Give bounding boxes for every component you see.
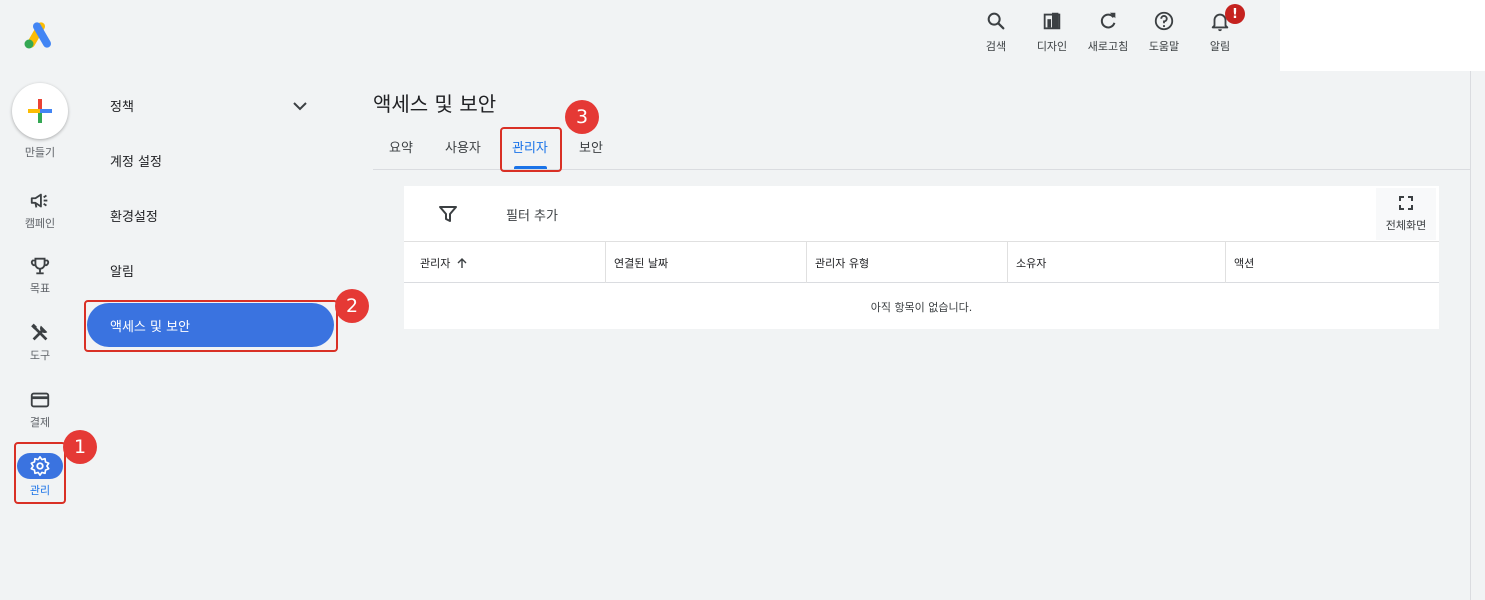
- notification-badge: !: [1225, 4, 1245, 24]
- fullscreen-label: 전체화면: [1385, 219, 1427, 232]
- rail-item-admin[interactable]: 관리: [10, 453, 70, 498]
- refresh-button[interactable]: 새로고침: [1080, 10, 1136, 54]
- fullscreen-button[interactable]: 전체화면: [1376, 188, 1436, 240]
- filter-icon[interactable]: [438, 204, 458, 224]
- fullscreen-icon: [1399, 196, 1413, 210]
- help-label: 도움말: [1148, 40, 1180, 53]
- tab-security[interactable]: 보안: [579, 137, 603, 156]
- tab-managers[interactable]: 관리자: [512, 137, 548, 156]
- megaphone-icon: [30, 193, 48, 208]
- create-button[interactable]: [12, 83, 68, 139]
- subnav-label-account-settings: 계정 설정: [110, 155, 162, 170]
- chevron-down-icon[interactable]: [291, 99, 309, 113]
- annotation-marker-2: 2: [335, 289, 369, 323]
- top-actions: 검색 디자인 새로고침 도움말 ! 알림: [968, 4, 1248, 54]
- column-header-linked-date[interactable]: 연결된 날짜: [605, 242, 806, 283]
- tab-bar: 요약 사용자 관리자 보안: [373, 124, 1470, 170]
- filter-bar: 필터 추가 전체화면: [404, 186, 1439, 242]
- rail-item-goals[interactable]: 목표: [10, 255, 70, 296]
- google-ads-logo[interactable]: [23, 20, 55, 50]
- scrollbar[interactable]: [1470, 71, 1485, 600]
- design-button[interactable]: 디자인: [1024, 10, 1080, 54]
- subnav-label-notifications: 알림: [110, 265, 134, 280]
- refresh-label: 새로고침: [1087, 40, 1129, 53]
- credit-card-icon: [30, 392, 50, 408]
- plus-icon: [28, 99, 52, 123]
- tab-users[interactable]: 사용자: [445, 137, 481, 156]
- subnav-item-access-security[interactable]: 액세스 및 보안: [87, 303, 334, 347]
- rail-label-billing: 결제: [29, 416, 51, 429]
- tools-icon: [31, 323, 48, 341]
- create-label: 만들기: [24, 146, 56, 159]
- top-right-panel: [1280, 0, 1485, 71]
- page-title: 액세스 및 보안: [373, 92, 497, 116]
- column-header-action[interactable]: 액션: [1225, 242, 1439, 283]
- trophy-icon: [30, 257, 50, 275]
- subnav-label-preferences: 환경설정: [110, 210, 158, 225]
- active-tab-indicator: [514, 166, 547, 169]
- add-filter-button[interactable]: 필터 추가: [506, 205, 558, 224]
- subnav-item-preferences[interactable]: 환경설정: [110, 206, 158, 225]
- column-label-action: 액션: [1234, 256, 1255, 270]
- top-bar: 검색 디자인 새로고침 도움말 ! 알림: [0, 0, 1280, 71]
- help-button[interactable]: 도움말: [1136, 10, 1192, 54]
- subnav-item-policy[interactable]: 정책: [110, 96, 134, 115]
- tab-summary[interactable]: 요약: [389, 137, 413, 156]
- rail-label-admin: 관리: [29, 484, 51, 497]
- subnav-item-account-settings[interactable]: 계정 설정: [110, 151, 162, 170]
- column-label-manager: 관리자: [420, 256, 451, 270]
- rail-item-tools[interactable]: 도구: [10, 322, 70, 363]
- subnav-label-access-security: 액세스 및 보안: [110, 319, 191, 335]
- rail-item-create-label: 만들기: [10, 141, 70, 160]
- rail-label-tools: 도구: [29, 349, 51, 362]
- design-label: 디자인: [1036, 40, 1068, 53]
- rail-item-campaigns[interactable]: 캠페인: [10, 190, 70, 231]
- column-label-owner: 소유자: [1016, 256, 1047, 270]
- subnav-label-policy: 정책: [110, 100, 134, 115]
- annotation-marker-1: 1: [63, 430, 97, 464]
- rail-label-goals: 목표: [29, 282, 51, 295]
- sort-ascending-icon: [457, 257, 467, 268]
- annotation-marker-3: 3: [565, 100, 599, 134]
- search-button[interactable]: 검색: [968, 10, 1024, 54]
- search-icon: [987, 12, 1005, 30]
- subnav-item-notifications[interactable]: 알림: [110, 261, 134, 280]
- managers-table-card: 필터 추가 전체화면 관리자 연결된 날짜 관리자 유형 소유자 액션 아직 항…: [404, 186, 1439, 329]
- notifications-button[interactable]: ! 알림: [1192, 4, 1248, 54]
- empty-state-message: 아직 항목이 없습니다.: [870, 300, 973, 314]
- column-label-linked-date: 연결된 날짜: [614, 256, 669, 270]
- notifications-label: 알림: [1209, 40, 1231, 53]
- column-header-manager[interactable]: 관리자: [404, 242, 605, 283]
- design-icon: [1043, 12, 1061, 30]
- gear-icon: [30, 456, 50, 476]
- rail-item-billing[interactable]: 결제: [10, 389, 70, 430]
- rail-label-campaigns: 캠페인: [24, 217, 56, 230]
- left-rail: 만들기 캠페인 목표 도구 결제 관리: [0, 71, 80, 600]
- table-header: 관리자 연결된 날짜 관리자 유형 소유자 액션: [404, 242, 1439, 283]
- search-label: 검색: [985, 40, 1007, 53]
- column-header-manager-type[interactable]: 관리자 유형: [806, 242, 1007, 283]
- column-label-manager-type: 관리자 유형: [815, 256, 870, 270]
- refresh-icon: [1100, 12, 1116, 29]
- help-icon: [1154, 11, 1174, 31]
- column-header-owner[interactable]: 소유자: [1007, 242, 1225, 283]
- admin-active-pill: [17, 453, 63, 479]
